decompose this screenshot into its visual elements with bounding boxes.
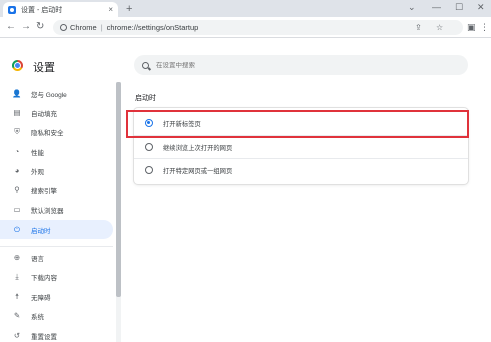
close-tab-icon[interactable]: × bbox=[108, 5, 113, 14]
settings-favicon-icon bbox=[8, 5, 16, 14]
sidebar-item-privacy[interactable]: ⛨ 隐私和安全 bbox=[0, 122, 113, 141]
power-icon: ⏻ bbox=[14, 224, 20, 234]
settings-search[interactable] bbox=[134, 55, 468, 75]
sidebar-item-label: 您与 Google bbox=[31, 91, 67, 99]
reload-button[interactable]: ↻ bbox=[36, 21, 44, 32]
settings-search-input[interactable] bbox=[156, 61, 456, 69]
sidebar-scrollbar[interactable] bbox=[116, 82, 121, 342]
menu-icon[interactable]: ⋮ bbox=[480, 22, 489, 33]
url-scheme: Chrome bbox=[70, 23, 97, 32]
radio-button[interactable] bbox=[145, 143, 153, 151]
sidebar-item-autofill[interactable]: ▤ 自动填充 bbox=[0, 103, 113, 122]
sidebar-item-label: 搜索引擎 bbox=[31, 187, 57, 195]
sidebar-divider bbox=[0, 246, 113, 247]
autofill-icon: ▤ bbox=[13, 108, 21, 117]
url-text: chrome://settings/onStartup bbox=[106, 23, 199, 32]
sidebar-item-label: 重置设置 bbox=[31, 333, 57, 341]
minimize-button[interactable]: — bbox=[432, 2, 441, 12]
sidebar-item-default-browser[interactable]: ▭ 默认浏览器 bbox=[0, 200, 113, 219]
sidebar-item-label: 自动填充 bbox=[31, 110, 57, 118]
startup-option-continue[interactable]: 继续浏览上次打开的网页 bbox=[134, 136, 468, 158]
shield-icon: ⛨ bbox=[14, 126, 20, 136]
chrome-site-icon bbox=[60, 24, 67, 31]
maximize-button[interactable]: ☐ bbox=[455, 2, 463, 13]
sidebar-item-label: 系统 bbox=[31, 313, 44, 321]
chrome-logo-icon bbox=[12, 60, 23, 71]
sidebar-item-system[interactable]: ✎ 系统 bbox=[0, 306, 113, 325]
back-button[interactable]: ← bbox=[6, 21, 16, 32]
sidebar-item-label: 性能 bbox=[31, 149, 44, 157]
sidebar-item-label: 默认浏览器 bbox=[31, 207, 64, 215]
person-icon: 👤 bbox=[12, 89, 22, 98]
toolbar: ← → ↻ Chrome | chrome://settings/onStart… bbox=[0, 17, 491, 38]
url-separator: | bbox=[100, 23, 103, 32]
speedometer-icon: ◔ bbox=[14, 147, 20, 156]
sidebar-item-languages[interactable]: ⊕ 语言 bbox=[0, 248, 113, 267]
reset-icon: ↺ bbox=[13, 331, 21, 340]
sidebar-item-search-engine[interactable]: ⚲ 搜索引擎 bbox=[0, 180, 113, 199]
forward-button[interactable]: → bbox=[21, 21, 31, 32]
search-icon: ⚲ bbox=[14, 185, 20, 194]
tab-settings[interactable]: 设置 - 启动时 × bbox=[3, 2, 118, 17]
sidebar-item-label: 启动时 bbox=[31, 227, 51, 235]
sidebar-item-label: 语言 bbox=[31, 255, 44, 263]
sidebar: 👤 您与 Google ▤ 自动填充 ⛨ 隐私和安全 ◔ 性能 ◕ 外观 ⚲ 搜… bbox=[0, 82, 114, 342]
option-label: 打开特定网页或一组网页 bbox=[163, 167, 233, 175]
accessibility-icon: ☨ bbox=[14, 292, 20, 301]
sidebar-item-performance[interactable]: ◔ 性能 bbox=[0, 142, 113, 161]
sidebar-item-label: 外观 bbox=[31, 168, 44, 176]
palette-icon: ◕ bbox=[14, 166, 20, 175]
globe-icon: ⊕ bbox=[13, 253, 21, 262]
browser-icon: ▭ bbox=[13, 205, 21, 214]
sidebar-item-label: 无障碍 bbox=[31, 294, 51, 302]
sidebar-item-label: 隐私和安全 bbox=[31, 129, 64, 137]
radio-button[interactable] bbox=[145, 166, 153, 174]
tab-title: 设置 - 启动时 bbox=[21, 6, 63, 14]
side-panel-icon[interactable]: ▣ bbox=[467, 22, 476, 33]
sidebar-item-reset[interactable]: ↺ 重置设置 bbox=[0, 326, 113, 342]
wrench-icon: ✎ bbox=[13, 311, 21, 320]
download-icon: ⤓ bbox=[15, 271, 19, 281]
address-bar[interactable]: Chrome | chrome://settings/onStartup ⇪ ☆ bbox=[53, 20, 463, 35]
bookmark-star-icon[interactable]: ☆ bbox=[436, 20, 443, 35]
sidebar-item-accessibility[interactable]: ☨ 无障碍 bbox=[0, 287, 113, 306]
annotation-highlight-box bbox=[126, 110, 469, 138]
search-icon bbox=[142, 61, 149, 69]
sidebar-item-appearance[interactable]: ◕ 外观 bbox=[0, 161, 113, 180]
sidebar-item-label: 下载内容 bbox=[31, 274, 57, 282]
sidebar-item-downloads[interactable]: ⤓ 下载内容 bbox=[0, 267, 113, 286]
page-title: 设置 bbox=[33, 62, 55, 74]
share-icon[interactable]: ⇪ bbox=[415, 20, 422, 35]
option-label: 继续浏览上次打开的网页 bbox=[163, 144, 233, 152]
startup-option-specific-pages[interactable]: 打开特定网页或一组网页 bbox=[134, 159, 468, 181]
tab-search-icon[interactable]: ⌄ bbox=[408, 2, 416, 13]
sidebar-item-you-and-google[interactable]: 👤 您与 Google bbox=[0, 84, 113, 103]
sidebar-item-on-startup[interactable]: ⏻ 启动时 bbox=[0, 220, 113, 239]
new-tab-button[interactable]: + bbox=[126, 3, 132, 15]
close-window-button[interactable]: ✕ bbox=[477, 2, 485, 13]
section-title: 启动时 bbox=[135, 95, 156, 102]
title-bar: 设置 - 启动时 × + ⌄ — ☐ ✕ bbox=[0, 0, 491, 17]
scrollbar-thumb[interactable] bbox=[116, 82, 121, 297]
